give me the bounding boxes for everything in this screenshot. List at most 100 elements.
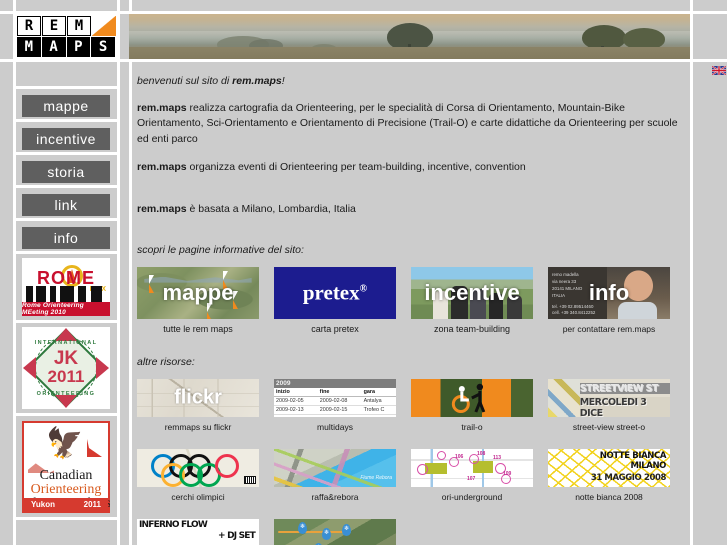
- sidebar-item-label: mappe: [43, 98, 89, 114]
- multidays-cell-inizio: 2009-02-05: [274, 396, 318, 407]
- sidebar-item-mappe[interactable]: mappe: [22, 95, 110, 117]
- resource-cell: ❄ ❄ ❄ ❄ ❄: [274, 519, 411, 545]
- flickr-tile-caption: remmaps su flickr: [164, 422, 232, 433]
- brand-mention: rem.maps: [137, 102, 187, 115]
- resource-row-1: flickr remmaps su flickr 2009 inizio fin…: [137, 379, 685, 432]
- jk-arc-top-label: INTERNATIONAL: [34, 340, 98, 346]
- sidebar-logo-rome-orienteering-meeting[interactable]: ROME MMX Rome Orienteering MEeting 2010: [22, 258, 110, 316]
- raffa-rebora-tile-caption: raffa&rebora: [311, 492, 359, 503]
- multidays-year: 2009: [274, 379, 362, 389]
- welcome-text: benvenuti sul sito di: [137, 75, 233, 87]
- page-root: R E M M A P S mappe incentive storia lin…: [0, 0, 727, 545]
- resource-row-2: cerchi olimpici Fiume Rebora raffa&rebor…: [137, 449, 685, 502]
- multidays-col-fine: fine: [317, 388, 362, 398]
- sidebar-item-label: info: [53, 230, 79, 246]
- resource-cell: cerchi olimpici: [137, 449, 274, 502]
- rem-maps-logo[interactable]: R E M M A P S: [16, 14, 117, 59]
- paragraph-eventi: rem.maps organizza eventi di Orienteerin…: [137, 160, 685, 175]
- feature-tile-cell: pretex® carta pretex: [274, 267, 411, 335]
- layout-rule-sidebar-right: [117, 0, 120, 545]
- trail-o-tile-caption: trail-o: [461, 422, 483, 433]
- pretex-tile-overlay-label: pretex®: [274, 281, 396, 306]
- paragraph-cartografia: rem.maps realizza cartografia da Oriente…: [137, 101, 685, 147]
- rome-logo-band: Rome Orienteering MEeting 2010: [22, 302, 110, 316]
- control-number: 113: [493, 455, 502, 462]
- multidays-cell-gara: Trofeo C: [361, 405, 396, 416]
- sidebar-item-link[interactable]: link: [22, 194, 110, 216]
- resource-cell: [411, 519, 548, 545]
- snow-marker-icon: ❄: [298, 522, 307, 535]
- table-row: 2009-02-13 2009-02-15 Trofeo C: [274, 405, 396, 416]
- info-tile-overlay-label: info: [588, 280, 630, 306]
- ori-underground-tile[interactable]: 106 108 113 109 107: [411, 449, 533, 488]
- trail-o-tile[interactable]: [411, 379, 533, 418]
- info-tile[interactable]: remo madella via neera 33 20141 MILANO I…: [548, 267, 670, 320]
- logo-letter-r: R: [17, 16, 41, 36]
- sidebar-item-incentive[interactable]: incentive: [22, 128, 110, 150]
- logo-letter-e: E: [42, 16, 66, 36]
- notte-bianca-line2: MILANO: [630, 461, 666, 472]
- sidebar-item-label: storia: [47, 164, 85, 180]
- sidebar-item-label: incentive: [36, 131, 96, 147]
- pretex-word: pretex: [302, 280, 360, 305]
- coc-line1: Canadian: [39, 468, 93, 483]
- sidebar-item-info[interactable]: info: [22, 227, 110, 249]
- street-view-tile[interactable]: STREETVIEW ST MERCOLEDI 3 DICE: [548, 379, 670, 418]
- flickr-tile[interactable]: flickr: [137, 379, 259, 418]
- incentive-tile[interactable]: incentive: [411, 267, 533, 320]
- inferno-tile[interactable]: INFERNO FLOW + DJ SET: [137, 519, 259, 545]
- street-view-tile-caption: street-view street-o: [572, 422, 646, 433]
- pretex-tile[interactable]: pretex®: [274, 267, 396, 320]
- sidebar-rule: [13, 251, 120, 254]
- logo-letter-s: S: [91, 37, 115, 57]
- multidays-tile[interactable]: 2009 inizio fine gara 2009-02-05 2009-02…: [274, 379, 396, 418]
- uk-flag-icon[interactable]: [712, 66, 726, 75]
- logo-letter-m: M: [67, 16, 91, 36]
- coc-line2: Orienteering: [30, 482, 102, 497]
- welcome-punct: !: [281, 75, 285, 87]
- header-rule-bottom: [0, 59, 727, 62]
- resource-cell: 2009 inizio fine gara 2009-02-05 2009-02…: [274, 379, 411, 432]
- cerchi-olimpici-tile-caption: cerchi olimpici: [171, 492, 225, 503]
- sidebar-logo-jk-2011[interactable]: INTERNATIONAL JK 2011 ORIENTEERING: [22, 327, 110, 409]
- raffa-rebora-tile[interactable]: Fiume Rebora: [274, 449, 396, 488]
- resource-cell: NOTTE BIANCA MILANO 31 MAGGIO 2008 notte…: [548, 449, 685, 502]
- multidays-year-row: 2009: [274, 379, 396, 389]
- jk-logo-year: 2011: [47, 367, 85, 386]
- feature-tile-grid: mappe tutte le rem maps pretex® carta pr…: [137, 267, 685, 335]
- control-number: 106: [455, 454, 464, 461]
- notte-bianca-line3: 31 MAGGIO 2008: [590, 473, 667, 484]
- barcode-icon: [244, 476, 256, 485]
- control-number: 109: [503, 471, 512, 478]
- incentive-tile-caption: zona team-building: [433, 324, 511, 335]
- contact-cell: cell. +39 340.8412252: [552, 310, 596, 316]
- resource-cell: STREETVIEW ST MERCOLEDI 3 DICE street-vi…: [548, 379, 685, 432]
- multidays-cell-fine: 2009-02-08: [317, 396, 362, 407]
- welcome-brand: rem.maps: [232, 75, 282, 87]
- resource-cell: [548, 519, 685, 545]
- coc-band-right: 2011: [83, 500, 101, 509]
- sidebar-logo-canadian-championships[interactable]: 🦅 Canadian Orienteering Championships Yu…: [22, 421, 110, 513]
- jk-arc-bottom-label: ORIENTEERING: [36, 391, 96, 397]
- sidebar-item-storia[interactable]: storia: [22, 161, 110, 183]
- multidays-tile-caption: multidays: [317, 422, 353, 433]
- raffa-map-art: [274, 449, 396, 488]
- resource-cell: trail-o: [411, 379, 548, 432]
- multidays-cell-fine: 2009-02-15: [317, 405, 362, 416]
- main-content: benvenuti sul sito di rem.maps! rem.maps…: [137, 74, 685, 545]
- multidays-cell-inizio: 2009-02-13: [274, 405, 318, 416]
- jk-logo-title: JK: [53, 348, 79, 369]
- registered-mark: ®: [359, 283, 368, 295]
- cerchi-olimpici-tile[interactable]: [137, 449, 259, 488]
- logo-orange-corner: [92, 16, 116, 36]
- multidays-cell-gara: Antalya: [361, 396, 396, 407]
- raffa-river-label: Fiume Rebora: [360, 475, 392, 482]
- snow-map-tile[interactable]: ❄ ❄ ❄ ❄ ❄: [274, 519, 396, 545]
- control-number: 108: [477, 451, 486, 458]
- paragraph-text: organizza eventi di Orienteering per tea…: [186, 160, 526, 173]
- mappe-tile[interactable]: mappe: [137, 267, 259, 320]
- sidebar-rule: [13, 152, 120, 155]
- paragraph-sede: rem.maps è basata a Milano, Lombardia, I…: [137, 202, 685, 217]
- notte-bianca-tile[interactable]: NOTTE BIANCA MILANO 31 MAGGIO 2008: [548, 449, 670, 488]
- resource-cell: 106 108 113 109 107 ori-underground: [411, 449, 548, 502]
